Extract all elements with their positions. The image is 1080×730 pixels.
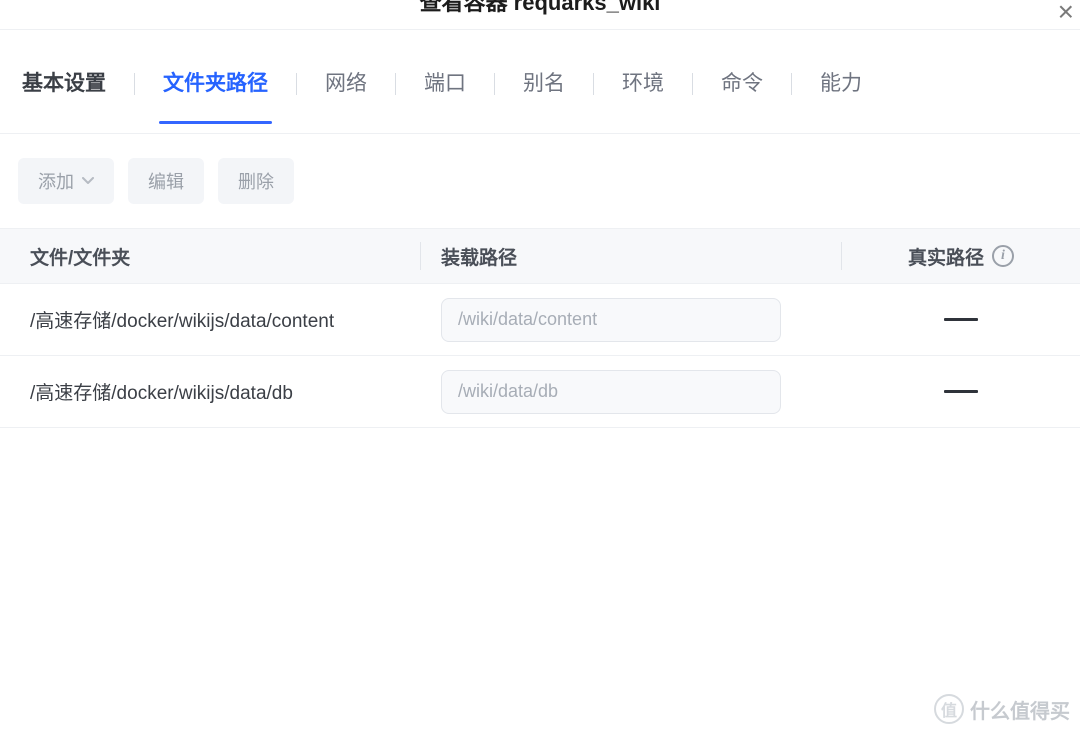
tab-separator — [296, 73, 297, 95]
tab-separator — [692, 73, 693, 95]
header-real-path-label: 真实路径 — [908, 243, 984, 270]
tab-separator — [791, 73, 792, 95]
delete-button-label: 删除 — [238, 168, 274, 194]
add-button-label: 添加 — [38, 168, 74, 194]
table-header-row: 文件/文件夹 装载路径 真实路径 i — [0, 228, 1080, 284]
tabs-bar: 基本设置 文件夹路径 网络 端口 别名 环境 命令 能力 — [0, 30, 1080, 134]
edit-button-label: 编辑 — [148, 168, 184, 194]
edit-button[interactable]: 编辑 — [128, 158, 204, 204]
toolbar: 添加 编辑 删除 — [0, 134, 1080, 228]
close-icon[interactable]: × — [1052, 0, 1080, 28]
mount-path-input[interactable] — [441, 298, 781, 342]
header-file-folder: 文件/文件夹 — [0, 243, 420, 270]
tab-port[interactable]: 端口 — [420, 67, 470, 123]
tab-environment[interactable]: 环境 — [618, 67, 668, 123]
watermark-text: 什么值得买 — [970, 695, 1070, 724]
header-real-path: 真实路径 i — [842, 243, 1080, 270]
add-button[interactable]: 添加 — [18, 158, 114, 204]
mount-path-input[interactable] — [441, 370, 781, 414]
file-folder-cell: /高速存储/docker/wikijs/data/db — [0, 378, 420, 405]
tab-alias[interactable]: 别名 — [519, 67, 569, 123]
watermark-badge-icon: 值 — [934, 694, 964, 724]
table-row[interactable]: /高速存储/docker/wikijs/data/content — [0, 284, 1080, 356]
info-icon[interactable]: i — [992, 245, 1014, 267]
volumes-table: 文件/文件夹 装载路径 真实路径 i /高速存储/docker/wikijs/d… — [0, 228, 1080, 428]
tab-separator — [494, 73, 495, 95]
mount-path-cell — [421, 298, 841, 342]
tab-network[interactable]: 网络 — [321, 67, 371, 123]
empty-dash-icon — [944, 318, 978, 321]
table-row[interactable]: /高速存储/docker/wikijs/data/db — [0, 356, 1080, 428]
delete-button[interactable]: 删除 — [218, 158, 294, 204]
tab-command[interactable]: 命令 — [717, 67, 767, 123]
header-mount-path: 装载路径 — [421, 243, 841, 270]
modal-title: 查看容器 requarks_wiki — [420, 0, 661, 15]
tab-separator — [593, 73, 594, 95]
file-folder-cell: /高速存储/docker/wikijs/data/content — [0, 306, 420, 333]
tab-separator — [395, 73, 396, 95]
tab-basic-settings[interactable]: 基本设置 — [18, 67, 110, 123]
tab-folder-path[interactable]: 文件夹路径 — [159, 67, 272, 123]
tab-separator — [134, 73, 135, 95]
real-path-cell — [842, 390, 1080, 393]
mount-path-cell — [421, 370, 841, 414]
watermark: 值 什么值得买 — [934, 694, 1070, 724]
empty-dash-icon — [944, 390, 978, 393]
caret-down-icon — [82, 177, 94, 185]
tab-capability[interactable]: 能力 — [816, 67, 866, 123]
real-path-cell — [842, 318, 1080, 321]
